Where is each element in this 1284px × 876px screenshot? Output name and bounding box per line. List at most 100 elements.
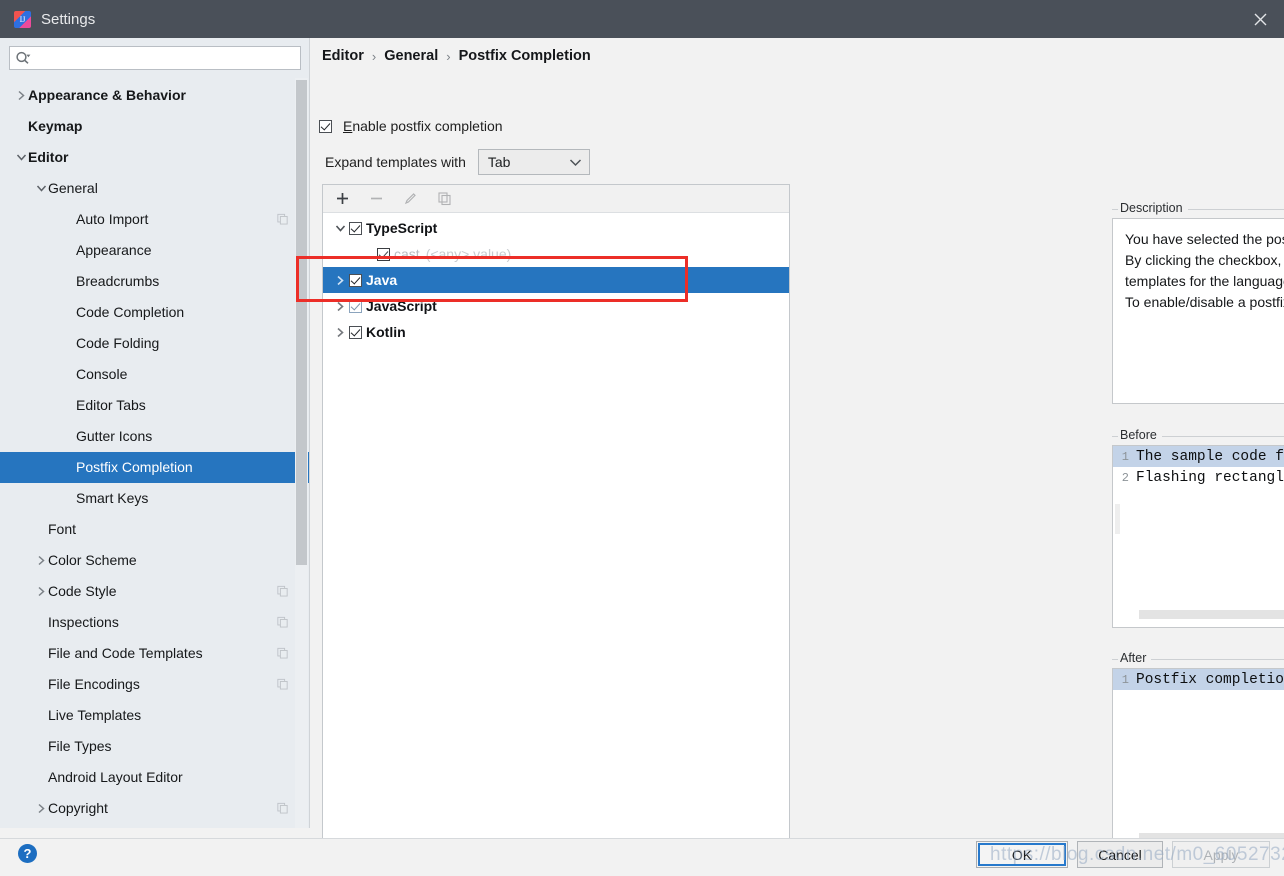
close-icon[interactable] <box>1236 0 1284 38</box>
breadcrumb-item-1[interactable]: General <box>384 48 438 64</box>
chevron-right-icon[interactable] <box>14 89 28 103</box>
sidebar-item-label: Postfix Completion <box>76 459 193 475</box>
sidebar-item-label: Copyright <box>48 800 108 816</box>
code-text: Postfix completion invocation result wil <box>1136 671 1284 688</box>
language-tree-row-typescript[interactable]: TypeScript <box>323 215 789 241</box>
language-checkbox-typescript[interactable] <box>349 221 362 235</box>
chevron-right-icon[interactable] <box>331 275 349 286</box>
sidebar-item-label: Console <box>76 366 128 382</box>
sidebar-item-inspections[interactable]: Inspections <box>0 607 309 638</box>
chevron-right-icon[interactable] <box>34 802 48 816</box>
sidebar-item-code-completion[interactable]: Code Completion <box>0 297 309 328</box>
sidebar-item-code-style[interactable]: Code Style <box>0 576 309 607</box>
line-number: 1 <box>1121 449 1129 464</box>
language-tree-row-cast[interactable]: cast (<any> value) <box>323 241 789 267</box>
tree-arrow-placeholder <box>62 337 76 351</box>
after-group-title: After <box>1118 651 1152 665</box>
chevron-down-icon[interactable] <box>331 224 349 233</box>
sidebar-item-gutter-icons[interactable]: Gutter Icons <box>0 421 309 452</box>
sidebar-item-android-layout-editor[interactable]: Android Layout Editor <box>0 762 309 793</box>
search-input[interactable] <box>36 48 300 68</box>
sidebar-scrollbar-thumb[interactable] <box>296 80 307 565</box>
copy-icon <box>435 190 453 208</box>
search-box[interactable] <box>9 46 301 70</box>
sidebar-item-live-templates[interactable]: Live Templates <box>0 700 309 731</box>
project-scope-copy-icon <box>277 638 288 669</box>
help-button[interactable]: ? <box>18 844 37 863</box>
sidebar-item-breadcrumbs[interactable]: Breadcrumbs <box>0 266 309 297</box>
language-label: TypeScript <box>366 220 438 236</box>
expand-templates-select[interactable]: Tab <box>477 149 590 175</box>
language-tree-row-java[interactable]: Java <box>323 267 789 293</box>
breadcrumb-separator: › <box>371 48 377 64</box>
sidebar-item-label: General <box>48 180 98 196</box>
enable-postfix-completion-label-rest: nable postfix completion <box>352 118 503 134</box>
sidebar-item-general[interactable]: General <box>0 173 309 204</box>
chevron-down-icon[interactable] <box>14 151 28 165</box>
code-text: Flashing rectangle shows the place where <box>1136 469 1284 486</box>
breadcrumb-item-0[interactable]: Editor <box>322 48 364 64</box>
sidebar-item-auto-import[interactable]: Auto Import <box>0 204 309 235</box>
cancel-button[interactable]: Cancel <box>1077 841 1163 868</box>
chevron-right-icon[interactable] <box>34 554 48 568</box>
sidebar-item-code-folding[interactable]: Code Folding <box>0 328 309 359</box>
sidebar-item-editor[interactable]: Editor <box>0 142 309 173</box>
code-line: 1 Postfix completion invocation result wi… <box>1113 669 1284 690</box>
sidebar-item-appearance[interactable]: Appearance <box>0 235 309 266</box>
before-horizontal-scrollbar[interactable] <box>1139 610 1284 619</box>
sidebar-item-file-types[interactable]: File Types <box>0 731 309 762</box>
chevron-right-icon[interactable] <box>34 585 48 599</box>
language-checkbox-kotlin[interactable] <box>349 325 362 339</box>
sidebar-item-label: Code Folding <box>76 335 160 351</box>
breadcrumb: Editor › General › Postfix Completion <box>322 48 591 64</box>
sidebar-item-smart-keys[interactable]: Smart Keys <box>0 483 309 514</box>
sidebar-item-file-encodings[interactable]: File Encodings <box>0 669 309 700</box>
sidebar-item-appearance-behavior[interactable]: Appearance & Behavior <box>0 80 309 111</box>
sidebar-item-label: Appearance <box>76 242 152 258</box>
sidebar-scrollbar[interactable] <box>295 78 308 828</box>
project-scope-copy-icon <box>277 793 288 824</box>
dialog-button-bar: ? OK Cancel Apply <box>0 838 1284 876</box>
language-tree-row-kotlin[interactable]: Kotlin <box>323 319 789 345</box>
sidebar-item-label: Gutter Icons <box>76 428 153 444</box>
sidebar-item-copyright[interactable]: Copyright <box>0 793 309 824</box>
ok-button[interactable]: OK <box>976 841 1068 868</box>
expand-templates-value: Tab <box>487 154 511 170</box>
tree-arrow-placeholder <box>62 306 76 320</box>
tree-arrow-placeholder <box>34 740 48 754</box>
sidebar-item-editor-tabs[interactable]: Editor Tabs <box>0 390 309 421</box>
chevron-down-icon[interactable] <box>34 182 48 196</box>
enable-postfix-completion-row[interactable]: Enable postfix completion <box>319 118 503 134</box>
sidebar-item-file-and-code-templates[interactable]: File and Code Templates <box>0 638 309 669</box>
breadcrumb-separator: › <box>446 48 451 64</box>
language-checkbox-cast[interactable] <box>377 247 390 261</box>
sidebar-item-console[interactable]: Console <box>0 359 309 390</box>
chevron-right-icon[interactable] <box>331 301 349 312</box>
tree-arrow-placeholder <box>34 709 48 723</box>
apply-button[interactable]: Apply <box>1172 841 1270 868</box>
sidebar-item-keymap[interactable]: Keymap <box>0 111 309 142</box>
tree-arrow-placeholder <box>14 120 28 134</box>
language-tree-row-javascript[interactable]: JavaScript <box>323 293 789 319</box>
after-code-box: 1 Postfix completion invocation result wi… <box>1112 668 1284 851</box>
line-number: 1 <box>1121 672 1129 687</box>
sidebar-item-label: Smart Keys <box>76 490 149 506</box>
language-label: Kotlin <box>366 324 406 340</box>
project-scope-copy-icon <box>277 576 288 607</box>
sidebar-item-color-scheme[interactable]: Color Scheme <box>0 545 309 576</box>
code-line: 2 Flashing rectangle shows the place wher… <box>1113 467 1284 488</box>
description-group: Description You have selected the postfi… <box>1112 201 1284 404</box>
plus-icon[interactable] <box>333 190 351 208</box>
window-title-bar: Settings <box>0 0 1284 38</box>
language-checkbox-javascript[interactable] <box>349 299 362 313</box>
description-line: You have selected the postfix completion… <box>1125 231 1284 247</box>
code-text: The sample code featuring selected templ… <box>1136 448 1284 465</box>
sidebar-item-postfix-completion[interactable]: Postfix Completion <box>0 452 309 483</box>
expand-templates-row: Expand templates with Tab <box>325 149 590 175</box>
sidebar-item-font[interactable]: Font <box>0 514 309 545</box>
chevron-right-icon[interactable] <box>331 327 349 338</box>
sidebar-item-label: Android Layout Editor <box>48 769 183 785</box>
enable-postfix-completion-checkbox[interactable] <box>319 119 332 133</box>
language-checkbox-java[interactable] <box>349 273 362 287</box>
tree-arrow-placeholder <box>34 616 48 630</box>
